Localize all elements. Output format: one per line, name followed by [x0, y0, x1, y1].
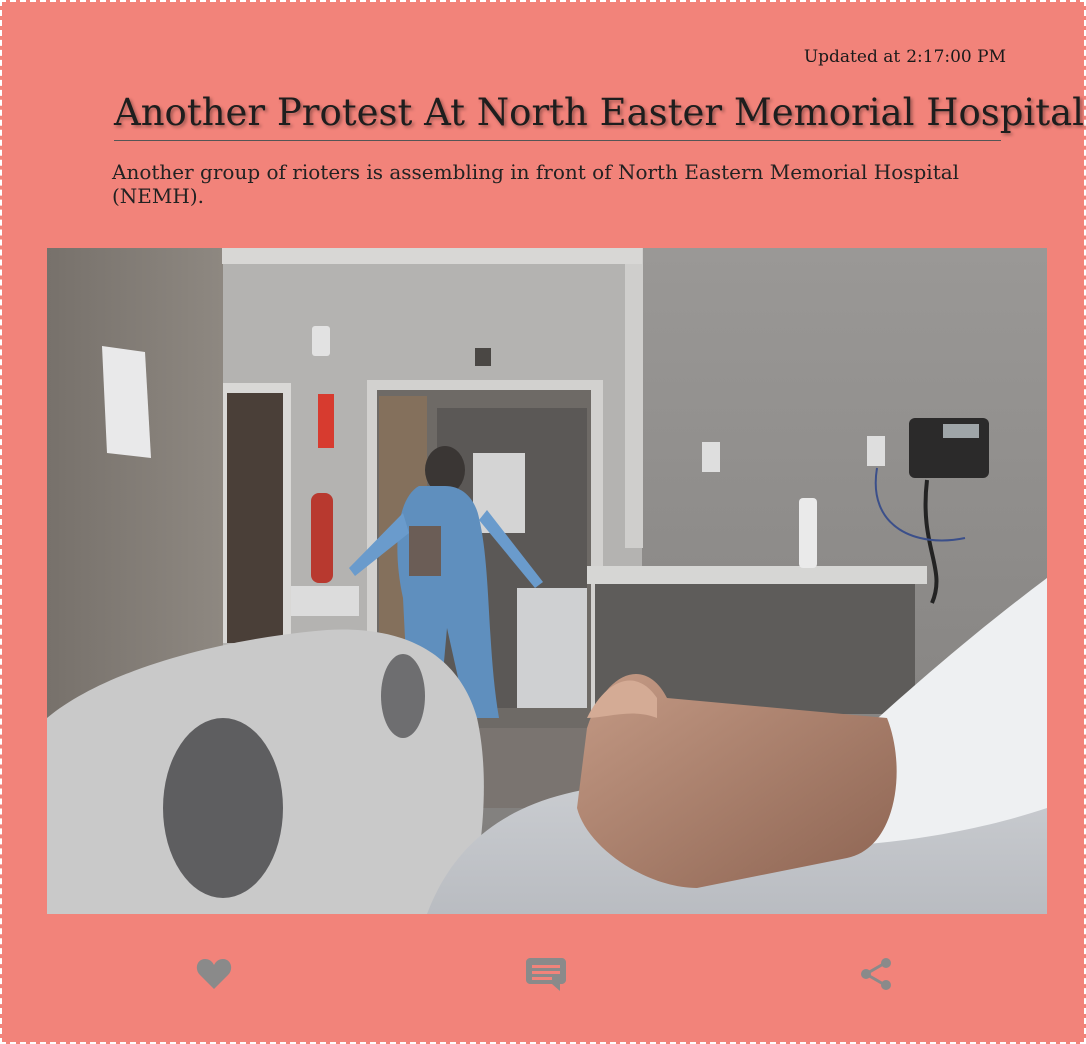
article-headline: Another Protest At North Easter Memorial…	[114, 89, 1084, 141]
hospital-room-image	[47, 248, 1047, 914]
article-card: Updated at 2:17:00 PM Another Protest At …	[0, 0, 1086, 1044]
like-button[interactable]	[194, 954, 234, 994]
share-icon	[861, 958, 891, 990]
updated-label: Updated at	[803, 47, 901, 67]
article-photo	[47, 248, 1047, 914]
comment-button[interactable]	[526, 954, 566, 994]
share-button[interactable]	[856, 954, 896, 994]
updated-timestamp: Updated at 2:17:00 PM	[798, 47, 1006, 67]
heart-icon	[196, 959, 232, 989]
comment-icon	[526, 958, 566, 991]
article-summary: Another group of rioters is assembling i…	[112, 160, 960, 208]
updated-time: 2:17:00 PM	[906, 47, 1006, 67]
